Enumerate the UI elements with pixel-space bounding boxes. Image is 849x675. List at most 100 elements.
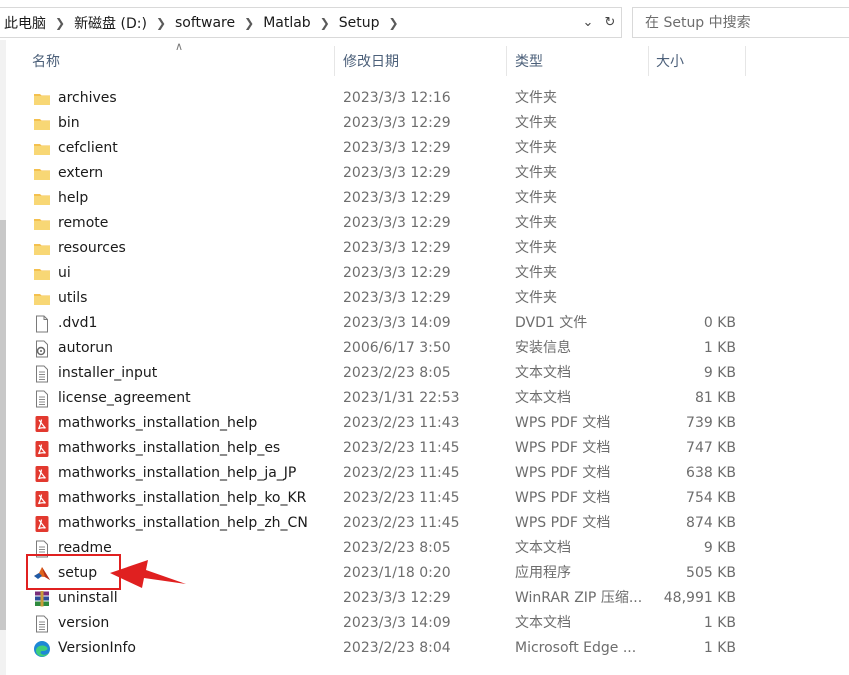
breadcrumb-this-pc[interactable]: 此电脑 [0,13,50,33]
file-row-resources[interactable]: resources 2023/3/3 12:29 文件夹 [27,236,747,261]
folder-icon [33,290,51,308]
breadcrumb-separator-icon[interactable]: ❯ [50,16,70,30]
file-type: 应用程序 [515,565,571,581]
breadcrumb-matlab[interactable]: Matlab [259,15,315,31]
column-divider[interactable] [745,46,746,76]
file-date: 2023/3/3 12:29 [343,590,451,606]
file-name: utils [58,290,88,306]
file-row-dvd1[interactable]: .dvd1 2023/3/3 14:09 DVD1 文件 0 KB [27,311,747,336]
file-name: remote [58,215,109,231]
column-header-name-label: 名称 [32,54,60,70]
file-row-mathworks-installation-help-ja-jp[interactable]: mathworks_installation_help_ja_JP 2023/2/… [27,461,747,486]
text-file-icon [33,365,51,383]
file-type: WPS PDF 文档 [515,515,611,531]
file-name: VersionInfo [58,640,136,656]
file-name: ui [58,265,71,281]
file-type: 文件夹 [515,290,557,306]
column-divider[interactable] [334,46,335,76]
breadcrumb-separator-icon[interactable]: ❯ [239,16,259,30]
column-header-size[interactable]: 大小 [656,44,746,78]
file-type: WPS PDF 文档 [515,465,611,481]
search-input[interactable] [643,13,847,32]
file-type: DVD1 文件 [515,315,588,331]
file-name: cefclient [58,140,118,156]
file-date: 2023/2/23 11:45 [343,515,460,531]
file-type: 文本文档 [515,540,571,556]
address-bar[interactable]: 此电脑 ❯ 新磁盘 (D:) ❯ software ❯ Matlab ❯ Set… [0,7,622,38]
file-row-remote[interactable]: remote 2023/3/3 12:29 文件夹 [27,211,747,236]
file-date: 2023/2/23 8:05 [343,365,451,381]
file-row-help[interactable]: help 2023/3/3 12:29 文件夹 [27,186,747,211]
column-header-name[interactable]: 名称 [32,44,332,78]
search-box[interactable] [632,7,849,38]
file-date: 2023/3/3 12:29 [343,290,451,306]
file-date: 2006/6/17 3:50 [343,340,451,356]
file-name: autorun [58,340,114,356]
file-name: extern [58,165,104,181]
column-header-type-label: 类型 [515,54,543,70]
file-row-mathworks-installation-help-zh-cn[interactable]: mathworks_installation_help_zh_CN 2023/2/… [27,511,747,536]
file-size: 1 KB [703,615,736,631]
file-row-mathworks-installation-help-ko-kr[interactable]: mathworks_installation_help_ko_KR 2023/2/… [27,486,747,511]
file-row-bin[interactable]: bin 2023/3/3 12:29 文件夹 [27,111,747,136]
file-type: 文本文档 [515,390,571,406]
file-size: 638 KB [686,465,736,481]
text-file-icon [33,390,51,408]
file-type: 文本文档 [515,365,571,381]
pdf-icon [33,515,51,533]
file-date: 2023/3/3 12:29 [343,215,451,231]
column-divider[interactable] [648,46,649,76]
file-date: 2023/3/3 12:29 [343,115,451,131]
breadcrumb-separator-icon[interactable]: ❯ [315,16,335,30]
file-row-installer-input[interactable]: installer_input 2023/2/23 8:05 文本文档 9 KB [27,361,747,386]
file-type: 文件夹 [515,265,557,281]
file-type: 文件夹 [515,165,557,181]
breadcrumb-setup[interactable]: Setup [335,15,384,31]
column-header-date[interactable]: 修改日期 [343,44,503,78]
file-row-license-agreement[interactable]: license_agreement 2023/1/31 22:53 文本文档 81 K… [27,386,747,411]
breadcrumb-separator-icon[interactable]: ❯ [151,16,171,30]
file-row-utils[interactable]: utils 2023/3/3 12:29 文件夹 [27,286,747,311]
column-header-date-label: 修改日期 [343,54,399,70]
column-divider[interactable] [506,46,507,76]
file-row-extern[interactable]: extern 2023/3/3 12:29 文件夹 [27,161,747,186]
chevron-down-icon[interactable]: ⌄ [577,8,599,37]
setup-info-icon [33,340,51,358]
file-date: 2023/3/3 12:29 [343,240,451,256]
file-name: version [58,615,110,631]
refresh-icon[interactable]: ↻ [599,8,621,37]
file-type: WinRAR ZIP 压缩... [515,590,643,606]
nav-pane-scroll-thumb[interactable] [0,220,6,630]
file-row-version[interactable]: version 2023/3/3 14:09 文本文档 1 KB [27,611,747,636]
file-row-archives[interactable]: archives 2023/3/3 12:16 文件夹 [27,86,747,111]
file-row-cefclient[interactable]: cefclient 2023/3/3 12:29 文件夹 [27,136,747,161]
file-name: archives [58,90,117,106]
file-type: WPS PDF 文档 [515,440,611,456]
file-size: 747 KB [686,440,736,456]
file-row-versioninfo[interactable]: VersionInfo 2023/2/23 8:04 Microsoft Edge … [27,636,747,661]
file-row-mathworks-installation-help-es[interactable]: mathworks_installation_help_es 2023/2/23 … [27,436,747,461]
file-type: WPS PDF 文档 [515,490,611,506]
file-type: Microsoft Edge ... [515,640,637,656]
folder-icon [33,115,51,133]
file-row-mathworks-installation-help[interactable]: mathworks_installation_help 2023/2/23 11:… [27,411,747,436]
file-name: help [58,190,89,206]
file-size: 1 KB [703,640,736,656]
column-header-type[interactable]: 类型 [515,44,645,78]
file-size: 81 KB [694,390,736,406]
file-size: 754 KB [686,490,736,506]
breadcrumb-drive[interactable]: 新磁盘 (D:) [70,13,151,33]
file-date: 2023/3/3 12:29 [343,140,451,156]
text-file-icon [33,615,51,633]
breadcrumb-separator-icon[interactable]: ❯ [384,16,404,30]
file-date: 2023/3/3 14:09 [343,615,451,631]
file-row-autorun[interactable]: autorun 2006/6/17 3:50 安装信息 1 KB [27,336,747,361]
folder-icon [33,265,51,283]
blank-file-icon [33,315,51,333]
file-name: resources [58,240,126,256]
pdf-icon [33,465,51,483]
file-row-ui[interactable]: ui 2023/3/3 12:29 文件夹 [27,261,747,286]
breadcrumb-software[interactable]: software [171,15,239,31]
file-type: 文件夹 [515,90,557,106]
file-name: installer_input [58,365,158,381]
